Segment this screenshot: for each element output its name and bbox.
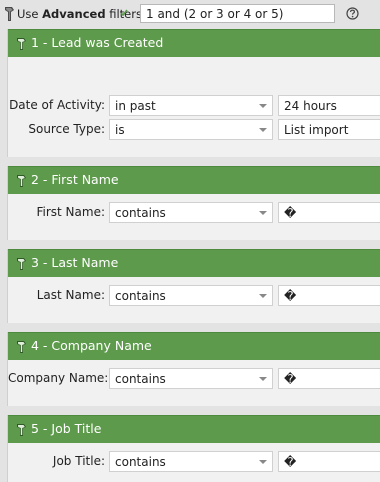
wrench-icon[interactable] bbox=[15, 174, 27, 188]
value-input[interactable]: List import bbox=[278, 119, 380, 140]
chevron-down-icon bbox=[259, 104, 267, 108]
value-text: � bbox=[284, 289, 297, 303]
value-input[interactable]: � bbox=[278, 285, 380, 306]
value-text: List import bbox=[284, 123, 349, 137]
filter-card-2: 2 - First Name First Name: contains � bbox=[7, 166, 380, 240]
filter-header[interactable]: 3 - Last Name bbox=[8, 249, 380, 277]
filter-body: Job Title: contains � bbox=[8, 443, 380, 482]
operator-value: in past bbox=[115, 99, 156, 113]
value-input[interactable]: � bbox=[278, 202, 380, 223]
filter-title: 5 - Job Title bbox=[31, 421, 102, 436]
filter-body: Company Name: contains � bbox=[8, 360, 380, 406]
filter-card-5: 5 - Job Title Job Title: contains � bbox=[7, 415, 380, 482]
value-text: � bbox=[284, 372, 297, 386]
filter-title: 3 - Last Name bbox=[31, 255, 119, 270]
filter-body: First Name: contains � bbox=[8, 194, 380, 240]
value-text: 24 hours bbox=[284, 99, 337, 113]
field-label: First Name: bbox=[36, 205, 105, 219]
filter-header[interactable]: 4 - Company Name bbox=[8, 332, 380, 360]
use-label: Use bbox=[17, 7, 39, 21]
field-label: Job Title: bbox=[52, 454, 105, 468]
filter-logic-input[interactable] bbox=[140, 4, 335, 23]
value-text: � bbox=[284, 455, 297, 469]
operator-select[interactable]: is bbox=[109, 119, 273, 140]
operator-value: contains bbox=[115, 206, 166, 220]
checkmark-icon bbox=[120, 9, 128, 17]
filter-header[interactable]: 5 - Job Title bbox=[8, 415, 380, 443]
chevron-down-icon bbox=[259, 128, 267, 132]
operator-value: contains bbox=[115, 372, 166, 386]
value-input[interactable]: � bbox=[278, 451, 380, 472]
filter-title: 4 - Company Name bbox=[31, 338, 152, 353]
filter-row: Source Type: is List import bbox=[8, 119, 380, 140]
advanced-filters-bar: Use Advanced filters bbox=[0, 0, 380, 28]
advanced-label: Advanced bbox=[42, 7, 106, 21]
filter-title: 1 - Lead was Created bbox=[31, 35, 164, 50]
operator-value: is bbox=[115, 123, 125, 137]
filter-row: Company Name: contains � bbox=[8, 368, 380, 389]
filter-header[interactable]: 2 - First Name bbox=[8, 166, 380, 194]
operator-value: contains bbox=[115, 289, 166, 303]
chevron-down-icon bbox=[259, 294, 267, 298]
wrench-icon[interactable] bbox=[15, 340, 27, 354]
filter-header[interactable]: 1 - Lead was Created bbox=[8, 29, 380, 57]
operator-select[interactable]: contains bbox=[109, 451, 273, 472]
filter-row: Last Name: contains � bbox=[8, 285, 380, 306]
operator-select[interactable]: contains bbox=[109, 285, 273, 306]
field-label: Source Type: bbox=[28, 122, 105, 136]
wrench-icon[interactable] bbox=[15, 423, 27, 437]
wrench-icon[interactable] bbox=[15, 37, 27, 51]
value-input[interactable]: 24 hours bbox=[278, 95, 380, 116]
filter-row: First Name: contains � bbox=[8, 202, 380, 223]
field-label: Company Name: bbox=[8, 371, 109, 385]
chevron-down-icon bbox=[259, 460, 267, 464]
value-input[interactable]: � bbox=[278, 368, 380, 389]
filter-body: Date of Activity: in past 24 hours Sourc… bbox=[8, 57, 380, 157]
chevron-down-icon bbox=[259, 211, 267, 215]
filter-row: Job Title: contains � bbox=[8, 451, 380, 472]
question-circle-icon[interactable] bbox=[346, 7, 359, 20]
filter-card-3: 3 - Last Name Last Name: contains � bbox=[7, 249, 380, 323]
wrench-icon[interactable] bbox=[15, 257, 27, 271]
filter-card-4: 4 - Company Name Company Name: contains … bbox=[7, 332, 380, 406]
filter-title: 2 - First Name bbox=[31, 172, 119, 187]
operator-value: contains bbox=[115, 455, 166, 469]
field-label: Last Name: bbox=[36, 288, 105, 302]
filter-body: Last Name: contains � bbox=[8, 277, 380, 323]
operator-select[interactable]: contains bbox=[109, 368, 273, 389]
filter-card-1: 1 - Lead was Created Date of Activity: i… bbox=[7, 29, 380, 157]
operator-select[interactable]: in past bbox=[109, 95, 273, 116]
wrench-icon[interactable] bbox=[2, 5, 16, 23]
filter-row: Date of Activity: in past 24 hours bbox=[8, 95, 380, 116]
chevron-down-icon bbox=[259, 377, 267, 381]
field-label: Date of Activity: bbox=[9, 98, 105, 112]
operator-select[interactable]: contains bbox=[109, 202, 273, 223]
value-text: � bbox=[284, 206, 297, 220]
